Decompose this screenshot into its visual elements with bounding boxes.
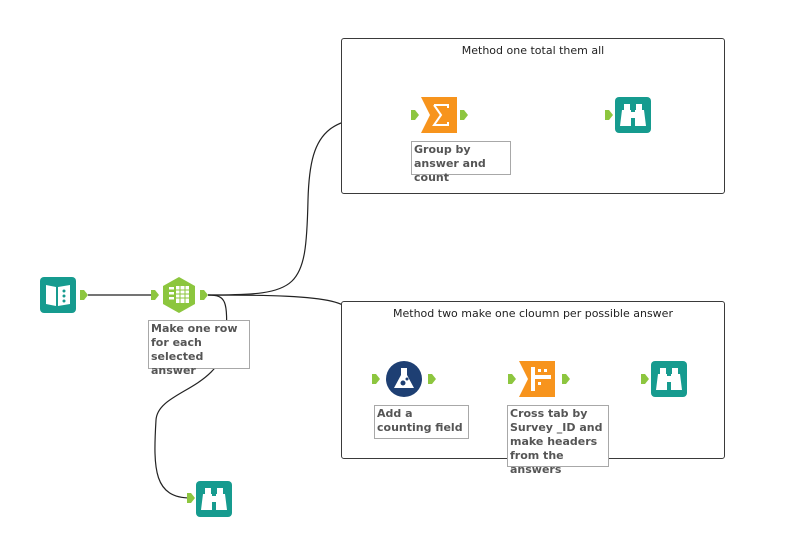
book-input-icon — [40, 277, 76, 313]
crosstab-tool[interactable] — [518, 360, 556, 398]
output-anchor[interactable] — [428, 374, 436, 384]
annotation-formula: Add a counting field — [374, 405, 469, 439]
input-anchor[interactable] — [187, 493, 195, 503]
input-anchor[interactable] — [372, 374, 380, 384]
output-anchor[interactable] — [200, 290, 208, 300]
browse-tool-3[interactable] — [195, 480, 233, 518]
annotation-crosstab: Cross tab by Survey _ID and make headers… — [507, 405, 609, 476]
browse-tool-1[interactable] — [614, 96, 652, 134]
container-title: Method one total them all — [461, 44, 605, 57]
sigma-icon — [421, 97, 457, 133]
container-method-one[interactable]: Method one total them all — [341, 38, 725, 194]
output-anchor[interactable] — [460, 110, 468, 120]
binoculars-icon — [615, 97, 651, 133]
input-anchor[interactable] — [641, 374, 649, 384]
flask-icon — [386, 361, 422, 397]
summarize-tool[interactable] — [420, 96, 458, 134]
container-title: Method two make one cloumn per possible … — [393, 307, 673, 320]
binoculars-icon — [196, 481, 232, 517]
formula-tool[interactable] — [385, 360, 423, 398]
output-anchor[interactable] — [562, 374, 570, 384]
crosstab-icon — [519, 361, 555, 397]
annotation-summarize: Group by answer and count — [411, 141, 511, 184]
input-anchor[interactable] — [411, 110, 419, 120]
input-anchor[interactable] — [508, 374, 516, 384]
browse-tool-2[interactable] — [650, 360, 688, 398]
annotation-text-to-columns: Make one row for each selected answer — [148, 320, 250, 377]
text-to-columns-tool[interactable] — [160, 276, 198, 314]
input-anchor[interactable] — [605, 110, 613, 120]
output-anchor[interactable] — [80, 290, 88, 300]
input-data-tool[interactable] — [39, 276, 77, 314]
binoculars-icon — [651, 361, 687, 397]
text-to-columns-icon — [163, 277, 195, 313]
input-anchor[interactable] — [151, 290, 159, 300]
